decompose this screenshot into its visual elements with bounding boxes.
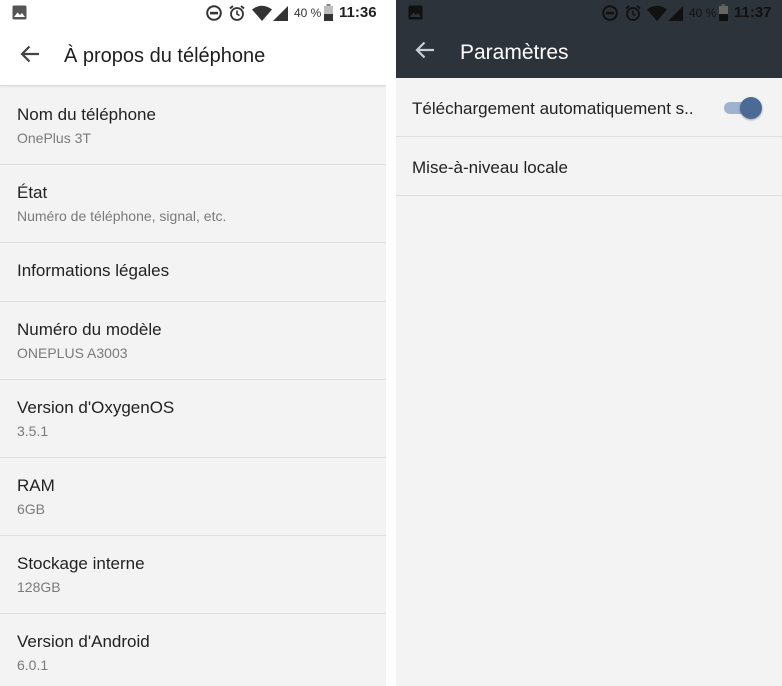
status-time: 11:37 <box>734 4 772 21</box>
toggle-thumb <box>740 97 762 119</box>
page-title: À propos du téléphone <box>64 45 266 67</box>
list-item-ram[interactable]: RAM 6GB <box>0 458 386 536</box>
image-notification-icon <box>408 5 423 20</box>
list-item-title: Informations légales <box>17 261 170 280</box>
list-item-subtitle: OnePlus 3T <box>17 130 91 146</box>
page-title: Paramètres <box>460 41 569 64</box>
list-item-title: RAM <box>17 476 55 495</box>
list-item-internal-storage[interactable]: Stockage interne 128GB <box>0 536 386 614</box>
list-item-subtitle: 6GB <box>17 501 46 517</box>
signal-icon <box>668 6 683 21</box>
image-notification-icon <box>12 5 27 20</box>
app-toolbar: Paramètres <box>396 26 782 78</box>
list-item-phone-name[interactable]: Nom du téléphone OnePlus 3T <box>0 87 386 165</box>
battery-icon <box>719 4 728 21</box>
list-item-title: Numéro du modèle <box>17 320 162 339</box>
list-item-model-number[interactable]: Numéro du modèle ONEPLUS A3003 <box>0 302 386 380</box>
do-not-disturb-icon <box>206 5 222 21</box>
battery-percentage: 40 % <box>294 6 322 20</box>
list-item-title: Mise-à-niveau locale <box>412 158 568 177</box>
battery-percentage: 40 % <box>689 6 717 20</box>
list-item-title: Version d'Android <box>17 632 150 651</box>
alarm-icon <box>624 4 642 22</box>
list-item-subtitle: 128GB <box>17 579 61 595</box>
list-item-legal-info[interactable]: Informations légales <box>0 243 386 302</box>
back-button[interactable] <box>405 32 445 72</box>
list-item-subtitle: 3.5.1 <box>17 423 49 439</box>
list-item-status[interactable]: État Numéro de téléphone, signal, etc. <box>0 165 386 243</box>
signal-icon <box>273 6 288 21</box>
list-item-subtitle: ONEPLUS A3003 <box>17 345 128 361</box>
status-bar: 40 % 11:37 <box>396 0 782 26</box>
list-item-auto-download[interactable]: Téléchargement automatiquement s.. <box>396 78 782 137</box>
do-not-disturb-icon <box>602 5 618 21</box>
list-item-android-version[interactable]: Version d'Android 6.0.1 <box>0 614 386 686</box>
list-item-subtitle: Numéro de téléphone, signal, etc. <box>17 208 227 224</box>
settings-list: Téléchargement automatiquement s.. Mise-… <box>396 78 782 196</box>
about-phone-screen: 40 % 11:36 À propos du téléphone Nom du … <box>0 0 386 686</box>
list-item-title: Version d'OxygenOS <box>17 398 175 417</box>
alarm-icon <box>228 4 246 22</box>
list-item-title: Nom du téléphone <box>17 105 156 124</box>
wifi-icon <box>647 5 667 21</box>
back-button[interactable] <box>10 36 50 76</box>
list-item-subtitle: 6.0.1 <box>17 657 49 673</box>
list-item-oxygenos-version[interactable]: Version d'OxygenOS 3.5.1 <box>0 380 386 458</box>
app-toolbar: À propos du téléphone <box>0 26 386 86</box>
list-item-title: Téléchargement automatiquement s.. <box>412 99 694 118</box>
battery-icon <box>324 4 333 21</box>
arrow-back-icon <box>20 45 40 67</box>
status-bar: 40 % 11:36 <box>0 0 386 26</box>
arrow-back-icon <box>415 41 435 63</box>
wifi-icon <box>252 5 272 21</box>
list-item-local-upgrade[interactable]: Mise-à-niveau locale <box>396 137 782 196</box>
auto-download-toggle[interactable] <box>722 97 762 119</box>
list-item-title: Stockage interne <box>17 554 145 573</box>
settings-list: Nom du téléphone OnePlus 3T État Numéro … <box>0 87 386 686</box>
status-time: 11:36 <box>339 4 377 21</box>
list-item-title: État <box>17 183 48 202</box>
update-settings-screen: 40 % 11:37 Paramètres Téléchargement aut… <box>396 0 782 686</box>
